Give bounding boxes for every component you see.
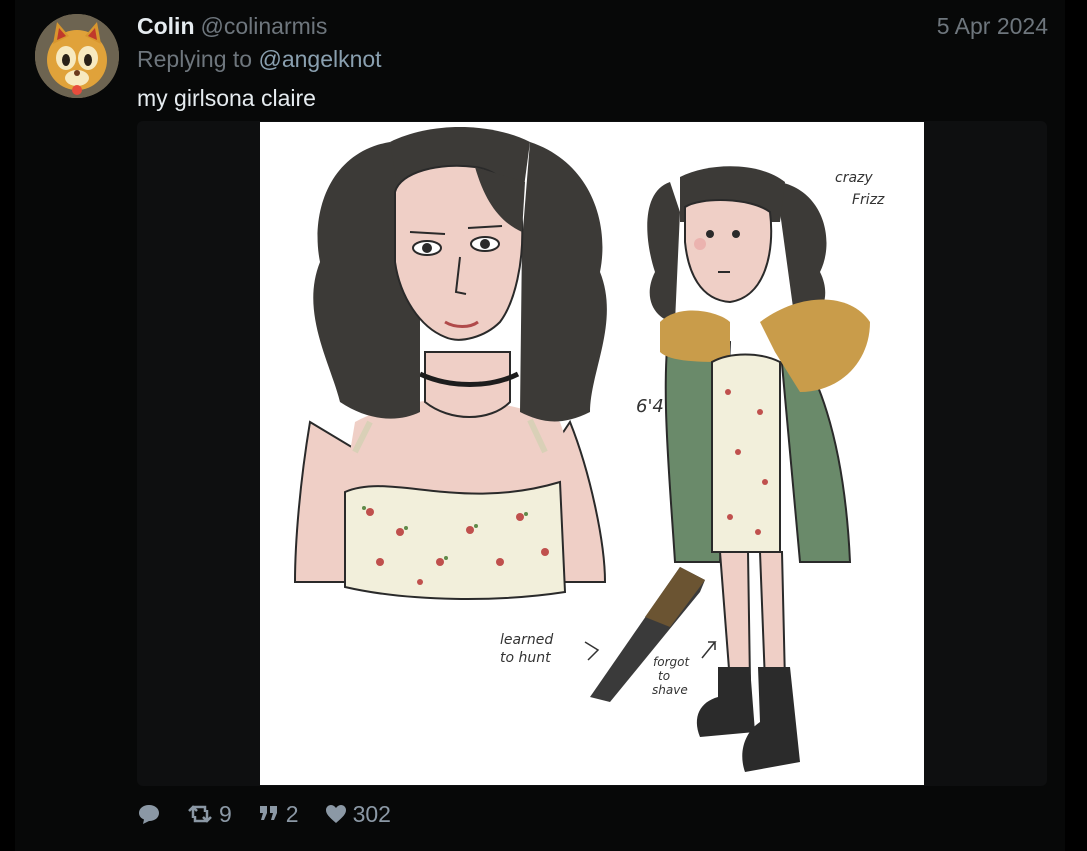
tweet-date[interactable]: 5 Apr 2024 [937, 12, 1048, 40]
arrow-icon [701, 641, 717, 659]
heart-icon [325, 805, 346, 823]
arrow-icon [584, 641, 600, 661]
retweet-count: 9 [219, 800, 232, 827]
artwork-illustration: crazy Frizz 6'4 learned to hunt forgot t… [293, 127, 885, 772]
retweet-icon [188, 805, 212, 823]
annotation-height: 6'4 [636, 396, 664, 417]
annotation-learned: learned [500, 632, 553, 648]
author-name[interactable]: Colin [137, 13, 195, 39]
annotation-frizz: Frizz [852, 192, 885, 208]
reply-prefix: Replying to [137, 46, 253, 72]
quote-icon [259, 806, 277, 820]
quote-button[interactable]: 2 [258, 801, 299, 828]
retweet-button[interactable]: 9 [187, 801, 232, 828]
action-bar: 9 2 302 [137, 798, 391, 830]
tweet-header: Colin @colinarmis [137, 12, 327, 40]
tweet-text: my girlsona claire [137, 85, 316, 111]
annotation-crazy: crazy [835, 170, 873, 186]
cat-avatar-icon [35, 14, 119, 98]
reply-button[interactable] [137, 803, 161, 825]
like-count: 302 [352, 800, 391, 827]
author-handle[interactable]: @colinarmis [201, 13, 328, 39]
avatar[interactable] [35, 14, 119, 98]
quote-count: 2 [285, 800, 299, 827]
tweet-image[interactable]: crazy Frizz 6'4 learned to hunt forgot t… [260, 122, 924, 785]
reply-to-link[interactable]: @angelknot [258, 46, 381, 72]
annotation-to-hunt: to hunt [500, 650, 551, 666]
like-button[interactable]: 302 [325, 801, 391, 828]
speech-bubble-icon [139, 805, 159, 824]
annotation-shave: shave [652, 683, 688, 697]
annotation-forgot: forgot [653, 655, 690, 669]
annotation-to: to [658, 669, 670, 683]
reply-context: Replying to @angelknot [137, 45, 382, 73]
